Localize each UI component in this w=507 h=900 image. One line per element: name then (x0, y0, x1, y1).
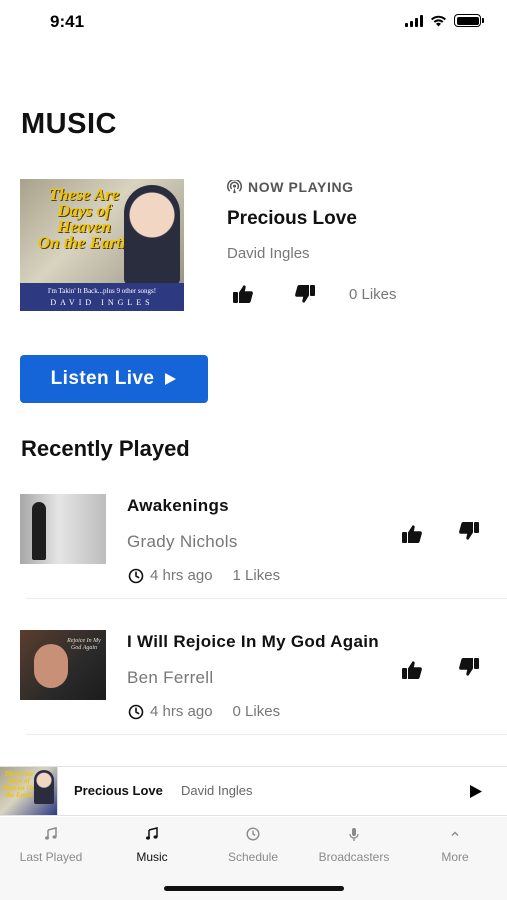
tab-music[interactable]: Music (102, 825, 202, 864)
list-divider (26, 598, 507, 599)
album-art-artist: DAVID INGLES (50, 298, 154, 307)
thumbs-up-icon (233, 285, 253, 303)
clock-icon (128, 568, 144, 583)
mini-player[interactable]: These Are Days of Heaven On the Earth Pr… (0, 766, 507, 816)
now-playing-artist: David Ingles (227, 245, 310, 262)
play-icon (165, 373, 177, 385)
thumbs-up-button[interactable] (401, 524, 423, 549)
wifi-icon (431, 15, 446, 26)
track-time: 4 hrs ago (150, 567, 213, 584)
track-likes: 0 Likes (232, 703, 281, 720)
broadcast-icon (227, 179, 242, 193)
now-playing-album-art: These Are Days of Heaven On the Earth I'… (20, 179, 184, 311)
thumbs-up-button[interactable] (231, 282, 255, 306)
thumbs-down-button[interactable] (458, 521, 480, 546)
thumbs-down-icon (295, 285, 315, 303)
clock-icon (128, 704, 144, 719)
track-album-art (20, 494, 106, 564)
listen-live-button[interactable]: Listen Live (20, 355, 208, 403)
status-bar: 9:41 (0, 0, 507, 46)
now-playing-title: Precious Love (227, 208, 357, 229)
album-art-subtitle: I'm Takin' It Back...plus 9 other songs! (47, 287, 157, 295)
thumbs-down-button[interactable] (293, 282, 317, 306)
track-likes: 1 Likes (232, 567, 281, 584)
thumbs-up-icon (402, 661, 422, 679)
chevron-up-icon (451, 831, 459, 836)
mini-player-artist: David Ingles (181, 783, 253, 798)
track-meta: 4 hrs ago 1 Likes (128, 567, 280, 584)
recently-played-title: Recently Played (21, 436, 190, 461)
music-note-icon (45, 827, 57, 840)
cellular-signal-icon (405, 14, 423, 27)
now-playing-label-text: NOW PLAYING (248, 179, 354, 195)
album-art-band: I'm Takin' It Back...plus 9 other songs!… (20, 283, 184, 311)
tab-more[interactable]: More (405, 825, 505, 864)
track-title: Awakenings (127, 496, 229, 515)
tab-label: Broadcasters (318, 850, 390, 864)
play-icon (470, 784, 482, 798)
thumbs-up-icon (402, 525, 422, 543)
list-item[interactable]: Rejoice In My God Again I Will Rejoice I… (0, 630, 507, 766)
listen-live-label: Listen Live (50, 368, 155, 389)
tab-label: More (441, 850, 469, 864)
thumbs-down-icon (459, 658, 479, 676)
now-playing-likes: 0 Likes (349, 285, 397, 303)
list-item[interactable]: Awakenings Grady Nichols 4 hrs ago 1 Lik… (0, 494, 507, 630)
track-title: I Will Rejoice In My God Again (127, 632, 379, 651)
thumbs-up-button[interactable] (401, 660, 423, 685)
album-art-portrait (124, 185, 180, 285)
tab-broadcasters[interactable]: Broadcasters (304, 825, 404, 864)
mini-player-album-art: These Are Days of Heaven On the Earth (0, 767, 58, 815)
now-playing-label: NOW PLAYING (227, 179, 354, 195)
track-album-art: Rejoice In My God Again (20, 630, 106, 700)
track-artist: Ben Ferrell (127, 668, 214, 687)
thumbs-down-icon (459, 522, 479, 540)
mini-player-play-button[interactable] (466, 781, 486, 801)
clock-icon (246, 827, 260, 841)
tab-schedule[interactable]: Schedule (203, 825, 303, 864)
tab-label: Schedule (227, 850, 279, 864)
music-note-icon (146, 827, 158, 840)
mini-player-title: Precious Love (74, 783, 163, 798)
track-time: 4 hrs ago (150, 703, 213, 720)
thumbs-down-button[interactable] (458, 657, 480, 682)
page-title: MUSIC (21, 108, 117, 140)
tab-label: Last Played (19, 850, 83, 864)
now-playing-actions: 0 Likes (231, 282, 397, 306)
battery-icon (454, 14, 484, 27)
list-divider (26, 734, 507, 735)
track-meta: 4 hrs ago 0 Likes (128, 703, 280, 720)
home-indicator (164, 886, 344, 891)
track-artist: Grady Nichols (127, 532, 238, 551)
microphone-icon (349, 827, 359, 841)
status-time: 9:41 (50, 12, 85, 31)
tab-label: Music (136, 850, 168, 864)
status-icons (405, 14, 484, 27)
tab-last-played[interactable]: Last Played (1, 825, 101, 864)
